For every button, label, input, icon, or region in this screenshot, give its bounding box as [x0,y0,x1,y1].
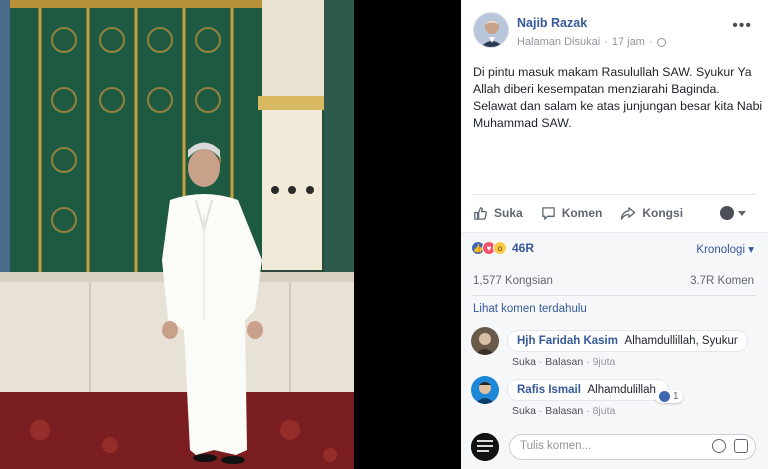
actions-divider-top [473,194,756,195]
author-avatar[interactable] [473,12,509,48]
separator: · [538,356,543,368]
speech-bubble-icon [541,206,555,220]
commenter-name[interactable]: Rafis Ismail [517,384,581,396]
like-reaction-icon [659,391,670,402]
post-as-selector[interactable] [720,206,746,220]
avatar[interactable] [471,327,499,355]
current-user-avatar[interactable] [471,433,499,461]
composer-icons [712,439,748,453]
comment-input-placeholder: Tulis komen... [520,440,592,452]
comment-actions: Suka · Balasan · 8juta [512,405,615,417]
separator: · [538,405,543,417]
chevron-down-icon [738,210,746,216]
comment-count[interactable]: 3.7R Komen [690,275,754,287]
post-actions: Suka Komen Kongsi [473,202,756,224]
post-meta: Halaman Disukai · 17 jam · [517,36,666,48]
post-time[interactable]: 17 jam [612,36,645,48]
comment-label: Komen [561,206,603,220]
like-label: Suka [494,206,523,220]
comments-section: 👍 ♥ o 46R Kronologi ▾ 1,577 Kongsian 3.7… [461,232,768,469]
emoji-icon[interactable] [712,439,726,453]
comment-bubble: Hjh Faridah Kasim Alhamdullillah, Syukur [507,330,748,352]
comment-like-link[interactable]: Suka [512,405,536,417]
sticker-icon[interactable] [734,439,748,453]
comment-reactions[interactable]: 1 [655,390,683,403]
comment-text: Alhamdulillah. [587,384,660,396]
meta-separator: · [604,36,608,48]
comment-time[interactable]: 9juta [593,356,616,368]
share-arrow-icon [621,206,636,220]
stats-divider [473,295,756,296]
more-icon[interactable]: ••• [732,18,752,34]
share-label: Kongsi [642,206,684,220]
thumbs-up-icon [474,206,487,220]
share-button[interactable]: Kongsi [620,206,683,221]
like-button[interactable]: Suka [473,206,523,221]
globe-icon [656,37,666,47]
page-avatar-small [720,206,734,220]
post-header: Najib Razak Halaman Disukai · 17 jam · •… [473,12,756,52]
view-previous-comments-link[interactable]: Lihat komen terdahulu [473,303,587,315]
page-type: Halaman Disukai [517,36,601,48]
chevron-down-icon: ▾ [748,244,754,256]
comment-order-label: Kronologi [696,244,746,256]
photo-illustration [0,0,354,469]
share-count[interactable]: 1,577 Kongsian [473,275,553,287]
post-text: Di pintu masuk makam Rasulullah SAW. Syu… [473,65,763,130]
comment-like-link[interactable]: Suka [512,356,536,368]
commenter-name[interactable]: Hjh Faridah Kasim [517,335,618,347]
meta-separator-2: · [648,36,653,48]
reaction-summary[interactable]: 👍 ♥ o 46R [471,241,534,255]
avatar[interactable] [471,376,499,404]
author-name[interactable]: Najib Razak [517,16,587,30]
engagement-stats: 1,577 Kongsian 3.7R Komen [473,275,754,287]
comment-time[interactable]: 8juta [593,405,616,417]
post-panel: Najib Razak Halaman Disukai · 17 jam · •… [461,0,768,469]
post-photo[interactable] [0,0,354,469]
reaction-count: 46R [512,241,535,255]
comment-reaction-count: 1 [673,391,679,402]
wow-reaction-icon: o [493,241,507,255]
separator: · [586,356,590,368]
comment-composer: Tulis komen... [471,431,758,463]
comment-bubble: Rafis Ismail Alhamdulillah. [507,379,670,401]
comment-reply-link[interactable]: Balasan [545,405,583,417]
comment-reply-link[interactable]: Balasan [545,356,583,368]
separator: · [586,405,590,417]
comment-button[interactable]: Komen [541,206,603,221]
photo-viewer: Najib Razak Halaman Disukai · 17 jam · •… [0,0,768,469]
comment-text: Alhamdullillah, Syukur [624,335,738,347]
comment-order-dropdown[interactable]: Kronologi ▾ [696,242,754,256]
comment-actions: Suka · Balasan · 9juta [512,356,615,368]
